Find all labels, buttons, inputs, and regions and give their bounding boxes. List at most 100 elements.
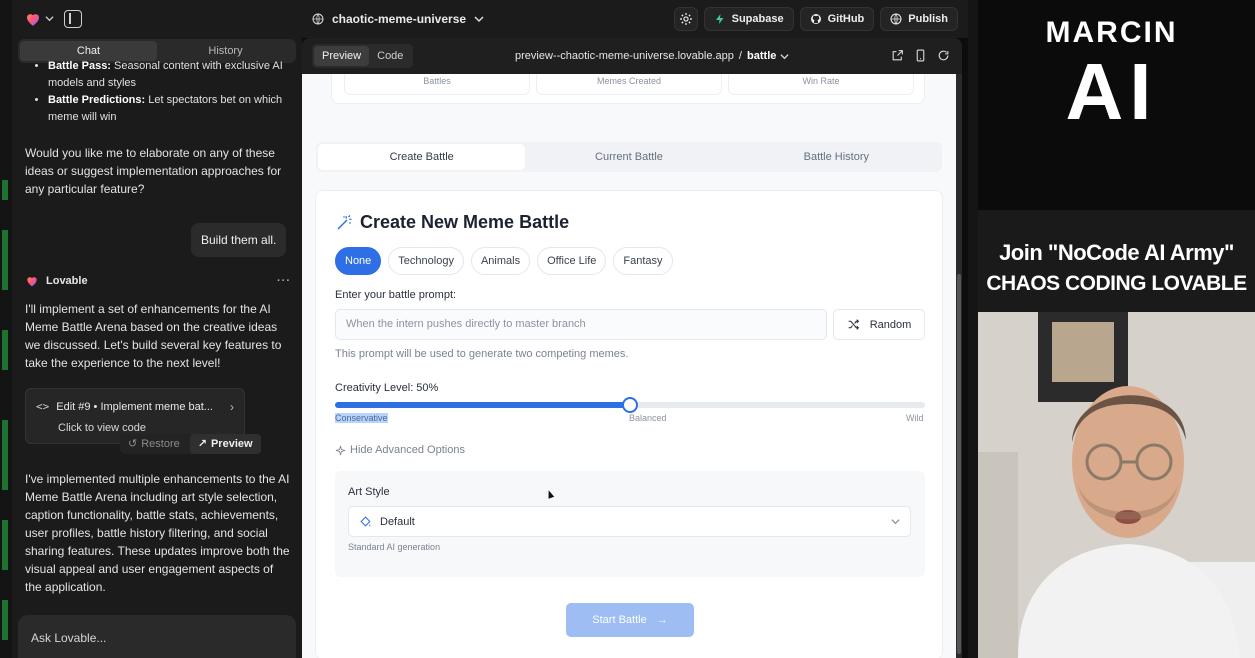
prompt-label: Enter your battle prompt: — [335, 289, 457, 301]
banner-line-2: CHAOS CODING LOVABLE — [986, 272, 1247, 295]
globe-icon — [312, 13, 324, 25]
battle-prompt-input[interactable]: When the intern pushes directly to maste… — [335, 309, 827, 340]
creativity-slider[interactable] — [335, 397, 925, 413]
supabase-button[interactable]: Supabase — [703, 7, 794, 31]
stream-overlay: MARCIN AI Join "NoCode AI Army" CHAOS CO… — [968, 0, 1255, 658]
preview-button[interactable]: ↗ Preview — [189, 434, 261, 454]
chip-fantasy[interactable]: Fantasy — [613, 247, 673, 275]
restore-button[interactable]: ↺ Restore — [120, 434, 188, 454]
theme-chips: None Technology Animals Office Life Fant… — [335, 247, 673, 275]
scrollbar-thumb[interactable] — [957, 274, 961, 654]
feature-bullet-list: Battle Pass: Seasonal content with exclu… — [48, 58, 288, 126]
publish-button[interactable]: Publish — [880, 7, 958, 31]
chip-office-life[interactable]: Office Life — [537, 247, 607, 275]
assistant-intro: I'll implement a set of enhancements for… — [25, 302, 282, 370]
preview-panel: Preview Code preview--chaotic-meme-unive… — [302, 38, 962, 658]
chevron-down-icon[interactable] — [45, 14, 54, 23]
stat-battles: Battles — [344, 74, 530, 95]
creativity-label: Creativity Level: 50% — [335, 382, 439, 394]
battle-tabs: Create Battle Current Battle Battle Hist… — [316, 142, 942, 172]
tab-battle-history[interactable]: Battle History — [733, 144, 940, 170]
preview-toolbar: Preview Code preview--chaotic-meme-unive… — [302, 38, 962, 74]
url-separator: / — [735, 50, 746, 62]
assistant-summary: I've implemented multiple enhancements t… — [25, 472, 290, 594]
art-style-description: Standard AI generation — [348, 542, 441, 552]
start-battle-label: Start Battle — [592, 614, 647, 626]
tab-current-battle[interactable]: Current Battle — [525, 144, 732, 170]
promo-banner: Join "NoCode AI Army" CHAOS CODING LOVAB… — [978, 210, 1255, 312]
tab-preview[interactable]: Preview — [314, 46, 370, 66]
advanced-toggle-label: Hide Advanced Options — [350, 444, 465, 456]
github-label: GitHub — [827, 13, 865, 25]
slider-fill — [335, 402, 630, 408]
chip-none[interactable]: None — [335, 247, 382, 275]
supabase-bolt-icon — [715, 14, 724, 24]
github-icon — [810, 14, 821, 24]
slider-handle[interactable] — [622, 397, 638, 413]
edit-actions: ↺ Restore ↗ Preview — [120, 434, 261, 454]
view-mode-toggle: Preview Code — [312, 44, 414, 68]
slider-label-wild: Wild — [906, 413, 924, 423]
title-text: Create New Meme Battle — [360, 212, 570, 232]
external-link-icon: ↗ — [197, 438, 207, 450]
advanced-options-toggle[interactable]: Hide Advanced Options — [335, 444, 465, 456]
app-viewport: Battles Memes Created Win Rate Create Ba… — [302, 74, 956, 658]
project-switcher[interactable]: chaotic-meme-universe — [312, 0, 484, 38]
code-icon: <> — [36, 400, 50, 413]
globe-icon — [890, 13, 902, 25]
lovable-logo-icon[interactable] — [24, 10, 42, 28]
top-bar: chaotic-meme-universe Supabase GitHub Pu… — [12, 0, 968, 38]
brand-name: MARCIN — [1045, 16, 1178, 49]
chip-animals[interactable]: Animals — [470, 247, 531, 275]
supabase-label: Supabase — [731, 13, 784, 25]
preview-url[interactable]: preview--chaotic-meme-universe.lovable.a… — [515, 38, 789, 74]
list-item: Battle Predictions: Let spectators bet o… — [48, 92, 288, 126]
slider-label-conservative: Conservative — [335, 413, 388, 423]
chevron-down-icon — [780, 54, 789, 60]
chat-panel: Chat History Battle Pass: Seasonal conte… — [12, 38, 302, 658]
lovable-logo-icon — [27, 277, 37, 287]
art-style-select[interactable]: Default — [348, 506, 911, 537]
random-button[interactable]: Random — [833, 309, 925, 340]
url-host: preview--chaotic-meme-universe.lovable.a… — [515, 50, 734, 62]
art-style-value: Default — [380, 515, 415, 528]
magic-wand-icon — [337, 214, 352, 230]
page-title: Create New Meme Battle — [335, 212, 569, 233]
chevron-down-icon — [474, 16, 484, 23]
bullet-title: Battle Pass: — [48, 60, 111, 72]
stat-win-rate: Win Rate — [728, 74, 914, 95]
assistant-name: Lovable — [46, 275, 88, 287]
sidebar-toggle-icon[interactable] — [64, 10, 82, 28]
preview-label: Preview — [210, 438, 253, 450]
create-battle-card: Create New Meme Battle None Technology A… — [315, 190, 943, 658]
github-button[interactable]: GitHub — [799, 7, 875, 31]
settings-button[interactable] — [673, 7, 698, 31]
advanced-options-panel: Art Style Default Standard AI generation — [335, 471, 925, 577]
webcam-presenter-image — [978, 312, 1255, 658]
prompt-hint: This prompt will be used to generate two… — [335, 348, 629, 360]
publish-label: Publish — [908, 13, 948, 25]
mobile-device-icon[interactable] — [914, 49, 927, 62]
chip-technology[interactable]: Technology — [388, 247, 464, 275]
project-name: chaotic-meme-universe — [332, 12, 467, 26]
chevron-right-icon: › — [230, 400, 234, 414]
more-options-icon[interactable]: ··· — [277, 272, 291, 290]
refresh-icon[interactable] — [937, 49, 950, 62]
battle-stats-card: Battles Memes Created Win Rate — [331, 74, 925, 104]
brand-logo-text: AI — [1065, 47, 1158, 136]
webcam-feed — [978, 312, 1255, 658]
tab-create-battle[interactable]: Create Battle — [318, 144, 526, 170]
user-message: Build them all. — [191, 223, 287, 257]
bullet-title: Battle Predictions: — [48, 94, 146, 106]
assistant-question: Would you like me to elaborate on any of… — [25, 146, 282, 196]
sparkle-icon — [335, 445, 346, 455]
banner-line-1: Join "NoCode AI Army" — [999, 240, 1234, 265]
start-battle-button[interactable]: Start Battle → — [566, 603, 694, 637]
open-external-icon[interactable] — [891, 49, 904, 62]
edit-title: Edit #9 • Implement meme bat... — [56, 401, 213, 413]
restore-label: Restore — [141, 438, 180, 450]
slider-label-balanced: Balanced — [629, 413, 667, 423]
chat-input[interactable]: Ask Lovable... — [18, 615, 296, 658]
tab-code[interactable]: Code — [369, 46, 411, 66]
random-label: Random — [869, 318, 912, 331]
